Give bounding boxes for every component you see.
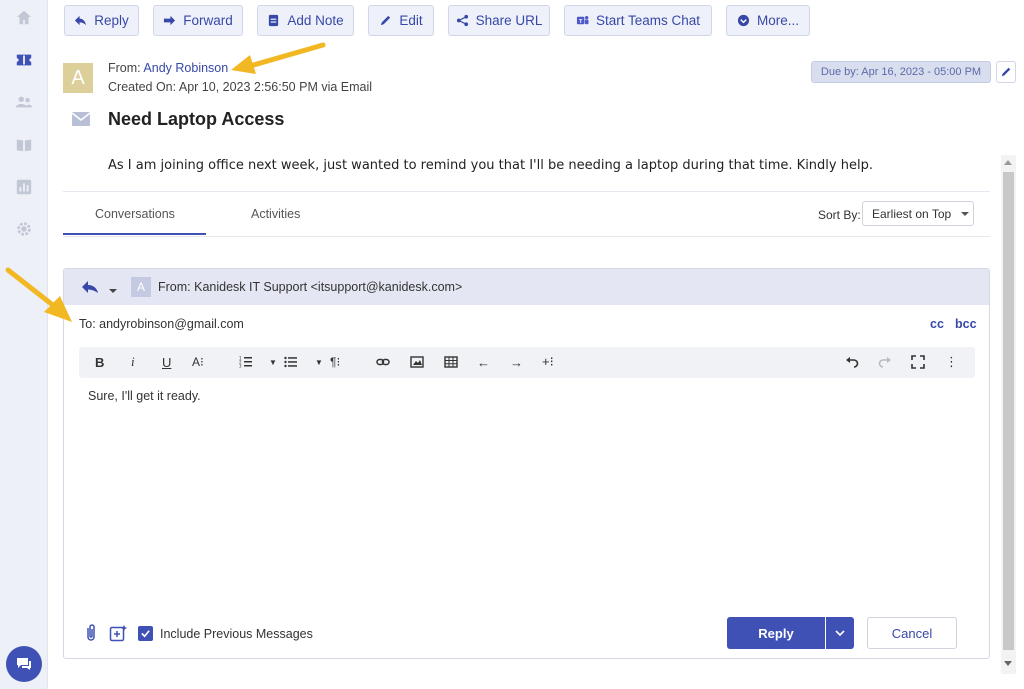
bcc-link[interactable]: bcc — [955, 317, 977, 331]
image-icon[interactable] — [410, 353, 424, 371]
paperclip-icon[interactable] — [84, 624, 98, 642]
mail-icon — [72, 112, 90, 126]
indent-arrow-icon[interactable]: → — [510, 353, 523, 371]
ordered-list-icon[interactable]: 123 — [239, 353, 253, 371]
settings-icon[interactable] — [14, 219, 34, 239]
add-note-button[interactable]: Add Note — [257, 5, 354, 36]
reply-from: From: Kanidesk IT Support <itsupport@kan… — [158, 280, 463, 294]
editor-toolbar: B i U A⁝ 123 ▼ ▼ ¶⁝ ← → +⁝ ⋮ — [79, 347, 975, 378]
font-size-icon[interactable]: A⁝ — [192, 353, 204, 371]
requester-name-link[interactable]: Andy Robinson — [143, 61, 228, 75]
pencil-icon — [381, 15, 391, 26]
chevron-down-icon — [961, 211, 970, 216]
outdent-arrow-icon[interactable]: ← — [477, 353, 490, 371]
reply-button-label: Reply — [94, 13, 129, 28]
home-icon[interactable] — [14, 8, 34, 28]
start-teams-chat-button-label: Start Teams Chat — [595, 13, 701, 28]
edit-button-label: Edit — [399, 13, 423, 28]
sender-avatar: A — [131, 277, 151, 297]
paragraph-format-icon[interactable]: ¶⁝ — [330, 353, 340, 371]
from-label: From: — [108, 61, 144, 75]
cancel-button[interactable]: Cancel — [867, 617, 957, 649]
reports-icon[interactable] — [14, 177, 34, 197]
include-previous-checkbox[interactable] — [138, 626, 153, 641]
send-reply-button[interactable]: Reply — [727, 617, 825, 649]
bold-icon[interactable]: B — [95, 353, 104, 371]
reply-icon — [75, 15, 87, 26]
left-sidebar — [0, 0, 48, 689]
svg-text:T: T — [579, 19, 583, 25]
redo-icon[interactable] — [878, 353, 892, 371]
insert-more-icon[interactable]: +⁝ — [542, 353, 554, 371]
annotation-arrow-icon — [231, 42, 326, 74]
add-note-button-label: Add Note — [287, 13, 344, 28]
divider — [63, 236, 990, 237]
forward-button[interactable]: Forward — [153, 5, 243, 36]
note-icon — [269, 14, 279, 27]
annotation-arrow-icon — [5, 267, 72, 322]
underline-icon[interactable]: U — [162, 353, 171, 371]
share-icon — [456, 14, 468, 27]
forward-button-label: Forward — [183, 13, 233, 28]
svg-text:3: 3 — [239, 364, 242, 369]
include-previous-label: Include Previous Messages — [160, 627, 313, 641]
cc-link[interactable]: cc — [930, 317, 944, 331]
scrollbar-thumb[interactable] — [1003, 172, 1014, 650]
chevron-down-icon[interactable]: ▼ — [269, 353, 277, 371]
fullscreen-icon[interactable] — [911, 353, 925, 371]
share-url-button-label: Share URL — [475, 13, 543, 28]
link-icon[interactable] — [376, 353, 390, 371]
scroll-down-arrow-icon[interactable] — [1004, 661, 1012, 666]
active-tab-indicator — [63, 233, 206, 235]
to-field[interactable]: To: andyrobinson@gmail.com — [79, 317, 244, 331]
tab-activities[interactable]: Activities — [251, 207, 300, 221]
chevron-down-icon[interactable] — [109, 289, 117, 293]
teams-icon: T — [576, 16, 589, 25]
chevron-down-circle-icon — [737, 14, 750, 27]
requester-avatar: A — [63, 63, 93, 93]
start-teams-chat-button[interactable]: T Start Teams Chat — [564, 5, 712, 36]
edit-button[interactable]: Edit — [368, 5, 434, 36]
share-url-button[interactable]: Share URL — [448, 5, 550, 36]
tab-conversations[interactable]: Conversations — [95, 207, 175, 221]
undo-icon[interactable] — [845, 353, 859, 371]
created-on: Created On: Apr 10, 2023 2:56:50 PM via … — [108, 80, 373, 94]
ticket-subject: Need Laptop Access — [108, 109, 285, 129]
users-icon[interactable] — [14, 92, 34, 112]
chat-icon[interactable] — [6, 646, 42, 682]
scroll-up-arrow-icon[interactable] — [1004, 160, 1012, 165]
bullet-list-icon[interactable] — [284, 353, 298, 371]
checkmark-icon — [141, 630, 150, 638]
sort-by-select[interactable]: Earliest on Top — [862, 201, 974, 226]
insert-canned-response-icon[interactable] — [109, 624, 127, 642]
edit-due-date-button[interactable] — [996, 61, 1016, 83]
ticket-icon[interactable] — [14, 50, 34, 70]
ticket-toolbar: Reply Forward Add Note Edit Share URL T … — [48, 0, 1024, 44]
knowledge-base-icon[interactable] — [14, 135, 34, 155]
divider — [63, 191, 990, 192]
reply-button[interactable]: Reply — [64, 5, 139, 36]
reply-icon[interactable] — [81, 280, 99, 294]
reply-composer-header: A From: Kanidesk IT Support <itsupport@k… — [64, 269, 989, 305]
forward-icon — [164, 15, 176, 26]
italic-icon[interactable]: i — [131, 353, 135, 371]
pencil-icon — [1001, 67, 1011, 77]
ticket-body: As I am joining office next week, just w… — [108, 158, 873, 173]
due-date-badge: Due by: Apr 16, 2023 - 05:00 PM — [811, 61, 991, 83]
more-button-label: More... — [756, 13, 799, 28]
sort-by-label: Sort By: — [818, 208, 861, 222]
reply-options-dropdown[interactable] — [826, 617, 854, 649]
sort-by-value: Earliest on Top — [872, 206, 952, 221]
reply-editor[interactable]: Sure, I'll get it ready. — [88, 389, 201, 403]
table-icon[interactable] — [444, 353, 458, 371]
more-options-icon[interactable]: ⋮ — [945, 353, 958, 371]
from-line: From: Andy Robinson — [108, 61, 228, 75]
chevron-down-icon — [835, 630, 845, 637]
more-button[interactable]: More... — [726, 5, 810, 36]
reply-composer: A From: Kanidesk IT Support <itsupport@k… — [63, 268, 990, 659]
chevron-down-icon[interactable]: ▼ — [315, 353, 323, 371]
